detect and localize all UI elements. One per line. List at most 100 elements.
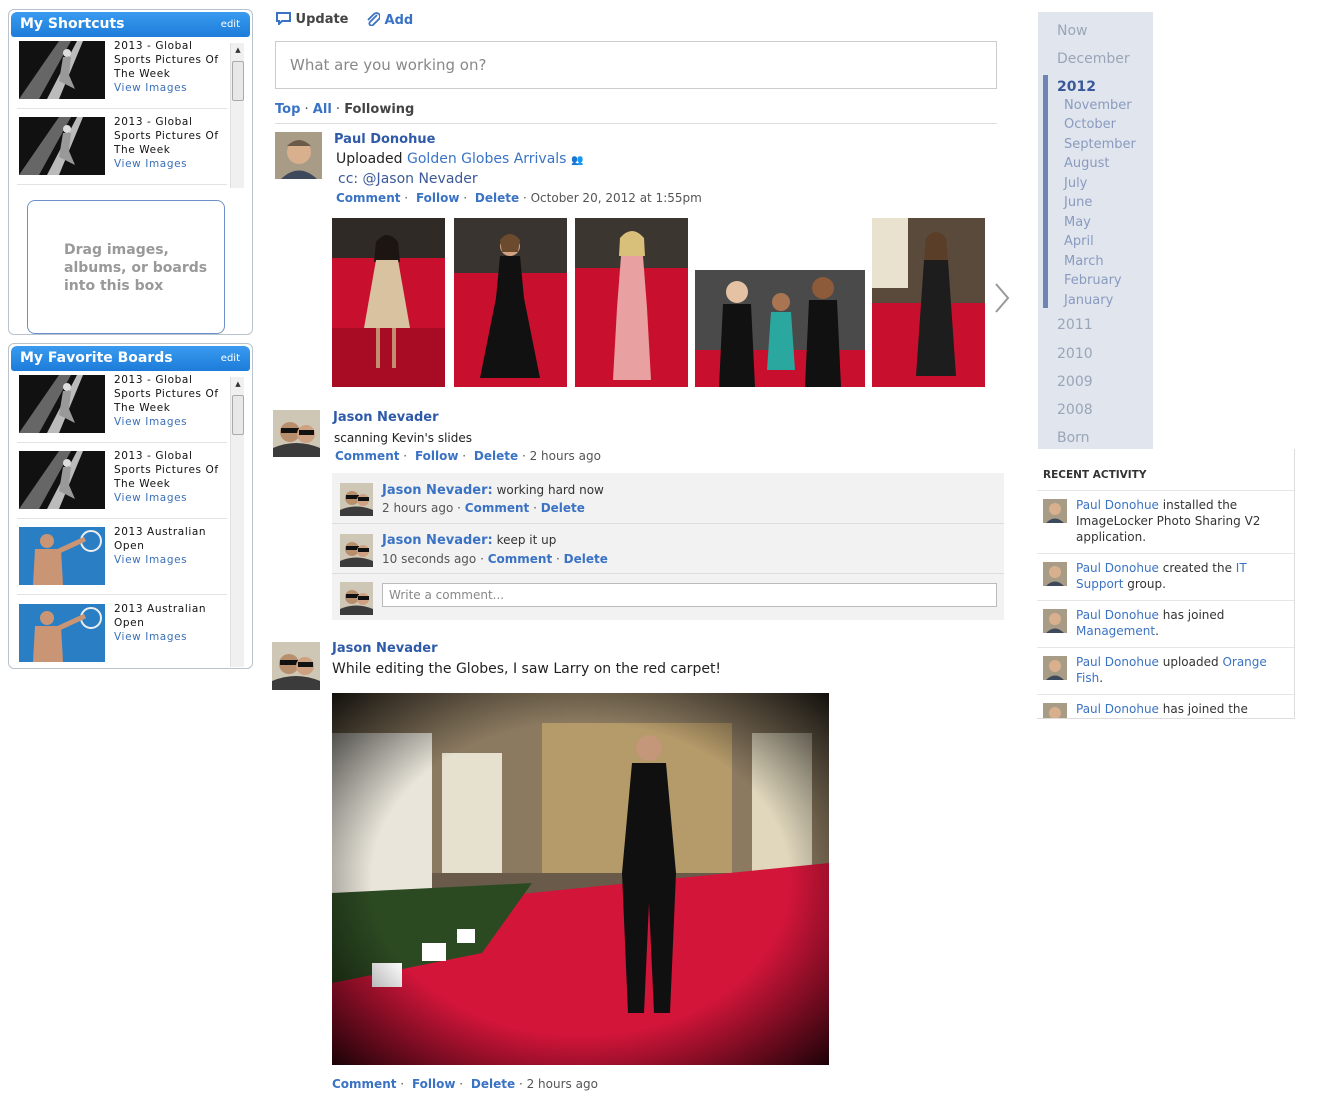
follow-link[interactable]: Follow — [415, 449, 459, 463]
filter-all[interactable]: All — [313, 102, 332, 117]
shortcut-thumbnail[interactable] — [19, 117, 105, 175]
timeline-month[interactable]: November — [1064, 98, 1132, 113]
activity-user-link[interactable]: Paul Donohue — [1076, 702, 1159, 716]
board-item[interactable]: 2013 Australian Open View Images — [17, 602, 229, 668]
comment-link[interactable]: Comment — [465, 501, 529, 515]
board-thumbnail[interactable] — [19, 451, 105, 509]
post-photo[interactable] — [332, 693, 829, 1065]
view-images-link[interactable]: View Images — [114, 630, 229, 644]
board-thumbnail[interactable] — [19, 527, 105, 585]
timeline-month[interactable]: June — [1064, 195, 1092, 210]
delete-link[interactable]: Delete — [541, 501, 585, 515]
activity-user-link[interactable]: Paul Donohue — [1076, 498, 1159, 512]
scroll-thumb[interactable] — [232, 395, 244, 435]
view-images-link[interactable]: View Images — [114, 415, 229, 429]
recent-activity-heading: RECENT ACTIVITY — [1043, 469, 1147, 481]
view-images-link[interactable]: View Images — [114, 491, 229, 505]
avatar[interactable] — [340, 534, 373, 567]
view-images-link[interactable]: View Images — [114, 81, 229, 95]
timeline-month[interactable]: April — [1064, 234, 1094, 249]
favorites-edit-link[interactable]: edit — [221, 346, 240, 371]
timeline-year[interactable]: 2008 — [1057, 402, 1093, 418]
timeline-month[interactable]: August — [1064, 156, 1110, 171]
follow-link[interactable]: Follow — [416, 191, 460, 205]
next-arrow-icon[interactable] — [992, 282, 1012, 314]
board-title: 2013 - Global Sports Pictures Of The Wee… — [114, 373, 229, 429]
timeline-year[interactable]: 2010 — [1057, 346, 1093, 362]
timeline-month[interactable]: February — [1064, 273, 1122, 288]
update-tab[interactable]: Update — [276, 12, 349, 27]
view-images-link[interactable]: View Images — [114, 553, 229, 567]
board-item[interactable]: 2013 - Global Sports Pictures Of The Wee… — [17, 449, 227, 519]
scroll-up-icon[interactable]: ▲ — [231, 377, 245, 391]
filter-following[interactable]: Following — [344, 102, 414, 117]
comment-text: working hard now — [492, 483, 604, 497]
comment-link[interactable]: Comment — [488, 552, 552, 566]
avatar[interactable] — [340, 483, 373, 516]
avatar[interactable] — [275, 132, 322, 179]
board-thumbnail[interactable] — [19, 604, 105, 662]
timeline-month[interactable]: September — [1064, 137, 1136, 152]
comment-link[interactable]: Comment — [332, 1077, 396, 1091]
timeline-month[interactable]: March — [1064, 254, 1104, 269]
album-photo[interactable] — [695, 270, 865, 387]
add-tab[interactable]: Add — [366, 12, 413, 28]
avatar[interactable] — [1043, 703, 1067, 718]
view-images-link[interactable]: View Images — [114, 157, 229, 171]
scroll-up-icon[interactable]: ▲ — [231, 43, 245, 57]
timeline-year-2012[interactable]: 2012 — [1057, 79, 1096, 95]
timeline-born[interactable]: Born — [1057, 430, 1090, 446]
timeline-year[interactable]: 2009 — [1057, 374, 1093, 390]
favorites-scrollbar[interactable]: ▲ — [230, 377, 244, 667]
write-comment-input[interactable]: Write a comment... — [382, 583, 997, 607]
avatar[interactable] — [1043, 609, 1067, 633]
album-photo[interactable] — [332, 218, 445, 387]
delete-link[interactable]: Delete — [474, 449, 518, 463]
post-author[interactable]: Jason Nevader — [333, 410, 439, 425]
filter-top[interactable]: Top — [275, 102, 300, 117]
comment-link[interactable]: Comment — [335, 449, 399, 463]
shortcuts-header: My Shortcuts edit — [11, 12, 250, 37]
timeline-year[interactable]: 2011 — [1057, 317, 1093, 333]
timeline-month[interactable]: May — [1064, 215, 1091, 230]
board-item[interactable]: 2013 - Global Sports Pictures Of The Wee… — [17, 373, 227, 443]
avatar[interactable] — [1043, 499, 1067, 523]
post-author[interactable]: Jason Nevader — [332, 641, 438, 656]
board-thumbnail[interactable] — [19, 375, 105, 433]
comment-author[interactable]: Jason Nevader: — [382, 533, 493, 548]
avatar[interactable] — [1043, 562, 1067, 586]
avatar[interactable] — [272, 642, 320, 690]
shortcuts-drop-zone[interactable]: Drag images, albums, or boards into this… — [27, 200, 225, 334]
shortcuts-scrollbar[interactable]: ▲ — [230, 43, 244, 188]
avatar[interactable] — [273, 410, 320, 457]
activity-user-link[interactable]: Paul Donohue — [1076, 655, 1159, 669]
comment-link[interactable]: Comment — [336, 191, 400, 205]
album-photo[interactable] — [575, 218, 688, 387]
status-input[interactable]: What are you working on? — [275, 41, 997, 89]
avatar[interactable] — [1043, 656, 1067, 680]
timeline-month[interactable]: October — [1064, 117, 1116, 132]
follow-link[interactable]: Follow — [412, 1077, 456, 1091]
shortcut-item[interactable]: 2013 - Global Sports Pictures Of The Wee… — [17, 39, 227, 109]
delete-link[interactable]: Delete — [475, 191, 519, 205]
shortcuts-edit-link[interactable]: edit — [221, 12, 240, 37]
timeline-month[interactable]: January — [1064, 293, 1113, 308]
timeline-now[interactable]: Now — [1057, 23, 1088, 39]
board-item[interactable]: 2013 Australian Open View Images — [17, 525, 227, 595]
post-author[interactable]: Paul Donohue — [334, 132, 435, 147]
scroll-thumb[interactable] — [232, 61, 244, 101]
album-photo[interactable] — [872, 218, 985, 387]
album-link[interactable]: Golden Globes Arrivals — [407, 151, 566, 167]
activity-target-link[interactable]: Management — [1076, 624, 1155, 638]
comment-author[interactable]: Jason Nevader: — [382, 483, 493, 498]
delete-link[interactable]: Delete — [471, 1077, 515, 1091]
activity-user-link[interactable]: Paul Donohue — [1076, 561, 1159, 575]
delete-link[interactable]: Delete — [564, 552, 608, 566]
album-photo[interactable] — [454, 218, 567, 387]
avatar[interactable] — [340, 582, 373, 615]
timeline-month[interactable]: July — [1064, 176, 1087, 191]
activity-user-link[interactable]: Paul Donohue — [1076, 608, 1159, 622]
shortcut-thumbnail[interactable] — [19, 41, 105, 99]
shortcut-item[interactable]: 2013 - Global Sports Pictures Of The Wee… — [17, 115, 227, 185]
timeline-december[interactable]: December — [1057, 51, 1130, 67]
